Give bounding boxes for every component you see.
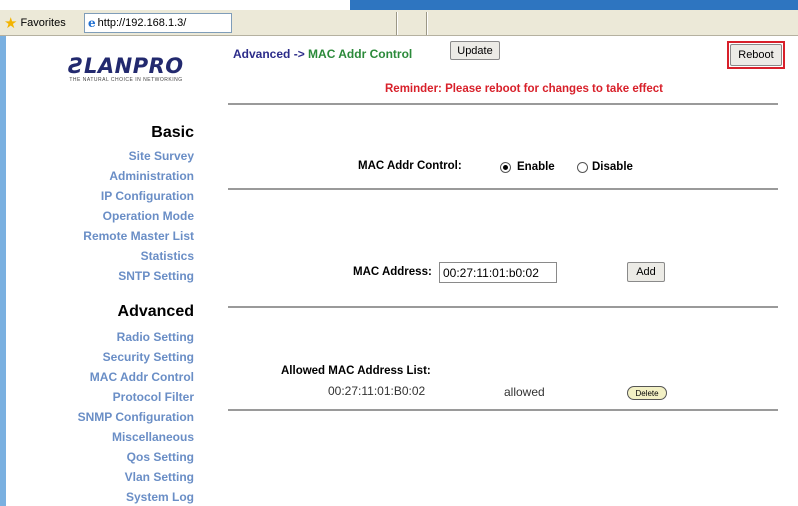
browser-toolbar: ★ Favorites e http://192.168.1.3/	[0, 10, 798, 36]
add-button[interactable]: Add	[627, 262, 665, 282]
disable-radio-label[interactable]: Disable	[592, 161, 633, 173]
divider	[228, 306, 778, 308]
ie-page-icon: e	[88, 16, 96, 30]
sidebar-item-site-survey[interactable]: Site Survey	[129, 149, 194, 163]
section-title-basic: Basic	[151, 124, 194, 141]
allowed-status: allowed	[504, 385, 545, 399]
sidebar-item-miscellaneous[interactable]: Miscellaneous	[112, 430, 194, 444]
disable-radio[interactable]	[577, 162, 588, 173]
reboot-button[interactable]: Reboot	[730, 44, 782, 66]
sidebar-item-radio-setting[interactable]: Radio Setting	[117, 330, 194, 344]
logo-s-mark-icon: Ƨ	[68, 54, 84, 78]
favorites-label: Favorites	[20, 17, 66, 29]
sidebar-item-remote-master-list[interactable]: Remote Master List	[83, 229, 194, 243]
sidebar: ƧLANPRO THE NATURAL CHOICE IN NETWORKING…	[6, 36, 220, 506]
sidebar-item-sntp-setting[interactable]: SNTP Setting	[118, 269, 194, 283]
address-tab[interactable]: e http://192.168.1.3/	[84, 13, 232, 33]
breadcrumb: Advanced -> MAC Addr Control	[233, 47, 412, 61]
mac-address-input[interactable]: 00:27:11:01:b0:02	[439, 262, 557, 283]
mac-control-label: MAC Addr Control:	[358, 160, 462, 172]
radio-selected-dot	[503, 165, 508, 170]
logo-tagline: THE NATURAL CHOICE IN NETWORKING	[69, 77, 183, 83]
address-url: http://192.168.1.3/	[97, 17, 187, 29]
sidebar-item-mac-addr-control[interactable]: MAC Addr Control	[90, 370, 194, 384]
divider	[228, 188, 778, 190]
window-top-strip	[0, 0, 798, 10]
sidebar-item-protocol-filter[interactable]: Protocol Filter	[113, 390, 194, 404]
mac-address-label: MAC Address:	[353, 266, 432, 278]
logo-wordmark: ƧLANPRO	[68, 54, 184, 78]
tab-separator	[396, 12, 398, 35]
enable-radio-label[interactable]: Enable	[517, 161, 555, 173]
update-button[interactable]: Update	[450, 41, 500, 60]
section-title-advanced: Advanced	[117, 303, 194, 320]
sidebar-item-ip-configuration[interactable]: IP Configuration	[101, 189, 194, 203]
divider	[228, 409, 778, 411]
breadcrumb-current: MAC Addr Control	[308, 47, 413, 61]
sidebar-item-system-log[interactable]: System Log	[126, 490, 194, 504]
breadcrumb-parent: Advanced	[233, 47, 291, 61]
sidebar-item-security-setting[interactable]: Security Setting	[103, 350, 194, 364]
allowed-mac-address: 00:27:11:01:B0:02	[328, 384, 426, 398]
lanpro-logo: ƧLANPRO THE NATURAL CHOICE IN NETWORKING	[56, 54, 196, 83]
main-content: Advanced -> MAC Addr Control Update Rebo…	[220, 36, 798, 506]
favorites-star-icon: ★	[4, 14, 18, 32]
sidebar-item-vlan-setting[interactable]: Vlan Setting	[125, 470, 194, 484]
divider	[228, 103, 778, 105]
sidebar-item-qos-setting[interactable]: Qos Setting	[127, 450, 194, 464]
enable-radio[interactable]	[500, 162, 511, 173]
sidebar-item-administration[interactable]: Administration	[109, 169, 194, 183]
sidebar-item-statistics[interactable]: Statistics	[141, 249, 194, 263]
reboot-reminder: Reminder: Please reboot for changes to t…	[385, 83, 663, 95]
delete-button[interactable]: Delete	[627, 386, 667, 400]
allowed-list-title: Allowed MAC Address List:	[281, 365, 431, 377]
sidebar-item-operation-mode[interactable]: Operation Mode	[103, 209, 194, 223]
window-title-strip	[350, 0, 798, 10]
sidebar-item-snmp-configuration[interactable]: SNMP Configuration	[78, 410, 194, 424]
favorites-button[interactable]: ★ Favorites	[4, 13, 66, 33]
breadcrumb-separator: ->	[290, 47, 309, 61]
tab-separator	[426, 12, 428, 35]
